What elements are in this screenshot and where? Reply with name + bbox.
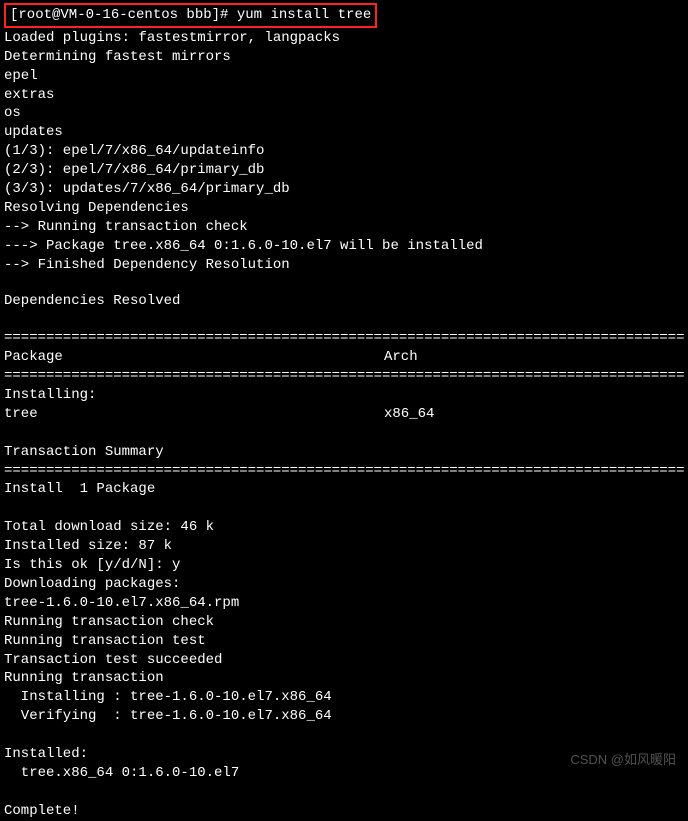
run-transaction: Running transaction: [4, 669, 684, 688]
header-arch: Arch: [384, 348, 684, 367]
separator-line: ========================================…: [4, 329, 684, 348]
output-line: ---> Package tree.x86_64 0:1.6.0-10.el7 …: [4, 237, 684, 256]
installed-label: Installed:: [4, 745, 684, 764]
output-line: (3/3): updates/7/x86_64/primary_db: [4, 180, 684, 199]
complete-label: Complete!: [4, 802, 684, 821]
output-line: (2/3): epel/7/x86_64/primary_db: [4, 161, 684, 180]
output-line: Loaded plugins: fastestmirror, langpacks: [4, 29, 684, 48]
output-line: Dependencies Resolved: [4, 292, 684, 311]
installing-label: Installing:: [4, 386, 684, 405]
blank-line: [4, 424, 684, 443]
output-line: --> Running transaction check: [4, 218, 684, 237]
table-row: tree x86_64: [4, 405, 684, 424]
output-line: --> Finished Dependency Resolution: [4, 256, 684, 275]
output-line: epel: [4, 67, 684, 86]
header-package: Package: [4, 348, 384, 367]
download-size: Total download size: 46 k: [4, 518, 684, 537]
shell-command[interactable]: [root@VM-0-16-centos bbb]# yum install t…: [10, 7, 371, 23]
output-line: extras: [4, 86, 684, 105]
package-name: tree: [4, 405, 384, 424]
output-line: os: [4, 104, 684, 123]
installing-package: Installing : tree-1.6.0-10.el7.x86_64: [4, 688, 684, 707]
test-ok: Transaction test succeeded: [4, 651, 684, 670]
transaction-summary: Transaction Summary: [4, 443, 684, 462]
blank-line: [4, 499, 684, 518]
install-count: Install 1 Package: [4, 480, 684, 499]
downloading-label: Downloading packages:: [4, 575, 684, 594]
blank-line: [4, 726, 684, 745]
verifying-package: Verifying : tree-1.6.0-10.el7.x86_64: [4, 707, 684, 726]
output-line: Determining fastest mirrors: [4, 48, 684, 67]
output-line: [4, 311, 684, 329]
confirm-prompt[interactable]: Is this ok [y/d/N]: y: [4, 556, 684, 575]
output-line: updates: [4, 123, 684, 142]
separator-line: ========================================…: [4, 367, 684, 386]
package-arch: x86_64: [384, 405, 684, 424]
run-test: Running transaction test: [4, 632, 684, 651]
table-header: Package Arch: [4, 348, 684, 367]
command-prompt-highlight: [root@VM-0-16-centos bbb]# yum install t…: [4, 3, 377, 28]
run-check: Running transaction check: [4, 613, 684, 632]
installed-package: tree.x86_64 0:1.6.0-10.el7: [4, 764, 684, 783]
blank-line: [4, 783, 684, 802]
rpm-file: tree-1.6.0-10.el7.x86_64.rpm: [4, 594, 684, 613]
output-line: (1/3): epel/7/x86_64/updateinfo: [4, 142, 684, 161]
output-line: Resolving Dependencies: [4, 199, 684, 218]
installed-size: Installed size: 87 k: [4, 537, 684, 556]
separator-line: ========================================…: [4, 462, 684, 481]
output-line: [4, 274, 684, 292]
